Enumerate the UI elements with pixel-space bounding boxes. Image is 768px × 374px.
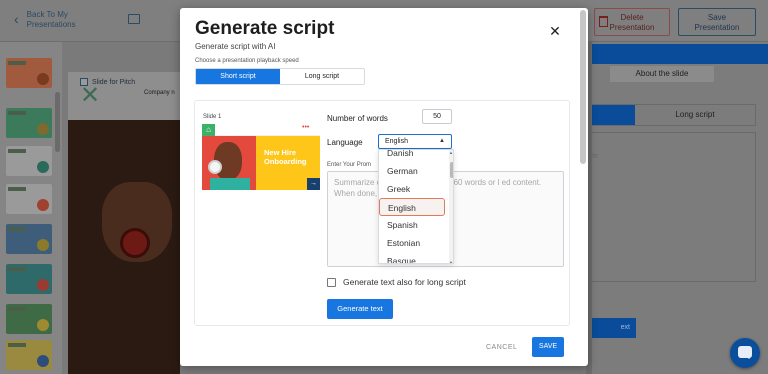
slide-script-card: Slide 1 ⌂ ••• New Hire Onboarding → Numb… [194,100,570,326]
language-option[interactable]: Spanish [379,216,449,234]
long-script-checkbox-label: Generate text also for long script [343,277,466,287]
long-script-checkbox[interactable] [327,277,336,287]
speed-label: Choose a presentation playback speed [195,58,299,64]
scroll-up-icon[interactable]: ▲ [449,150,453,155]
modal-subtitle: Generate script with AI [195,42,276,51]
company-text: Company n [144,90,175,96]
language-select[interactable]: English ▲ [378,134,452,149]
chat-button[interactable] [730,338,760,368]
modal-title: Generate script [195,18,335,39]
slide-thumbnail[interactable] [6,146,52,176]
slide-thumbnail[interactable] [6,264,52,294]
slide-for-pitch-checkbox[interactable]: Slide for Pitch [80,78,135,86]
back-label-line2: Presentations [26,20,76,29]
presentation-icon[interactable] [128,14,140,24]
language-dropdown: Danish German Greek English Spanish Esto… [378,149,454,264]
words-label: Number of words [327,114,388,123]
preview-title: New Hire Onboarding [264,148,307,166]
slide-thumbnail[interactable] [6,340,52,370]
generate-script-modal: Generate script Generate script with AI … [180,8,588,366]
dropdown-scrollbar[interactable]: ▲ ▼ [449,150,453,263]
thumbnails-scrollbar[interactable] [55,92,60,152]
more-dots-icon: ••• [302,124,310,131]
language-select-value: English [385,138,408,145]
language-option[interactable]: Greek [379,180,449,198]
scroll-down-icon[interactable]: ▼ [449,260,453,263]
prompt-label: Enter Your Prom [327,162,372,168]
language-option[interactable]: Basque [379,252,449,263]
cancel-button[interactable]: CANCEL [486,344,517,351]
long-script-tab[interactable]: Long script [635,105,755,125]
slide-canvas: ✕ [68,72,180,374]
save-pres-label-line1: Save [707,13,727,22]
slide-thumbnail[interactable] [6,184,52,214]
save-pres-label-line2: Presentation [694,23,740,32]
slide-thumbnail[interactable] [6,58,52,88]
slide-for-pitch-label: Slide for Pitch [92,78,136,86]
back-label-line1: Back To My [26,10,68,19]
chat-bubble-icon [738,346,752,359]
language-label: Language [327,138,363,147]
short-script-button[interactable]: Short script [196,69,280,84]
chevron-left-icon: ‹ [14,11,19,27]
slide-thumbnail[interactable] [6,224,52,254]
generate-text-button[interactable]: Generate text [327,299,393,319]
x-logo-icon: ✕ [80,82,101,109]
headphones-icon [208,160,222,174]
right-panel: About the slide d Long script lide ext [586,42,768,374]
scroll-thumb[interactable] [450,162,453,178]
caret-up-icon: ▲ [439,138,445,144]
checkbox-icon [80,78,88,86]
slide-thumbnail[interactable] [6,108,52,138]
slide-preview: ⌂ ••• New Hire Onboarding → [202,124,320,190]
long-script-button[interactable]: Long script [280,69,364,84]
language-option[interactable]: Danish [379,150,449,162]
speed-toggle: Short script Long script [195,68,365,85]
delete-presentation-button[interactable]: Delete Presentation [594,8,670,36]
arrow-right-icon: → [307,178,320,190]
slide-thumbnails [0,42,62,374]
slide-label: Slide 1 [203,114,222,120]
language-option[interactable]: German [379,162,449,180]
save-presentation-button[interactable]: Save Presentation [678,8,756,36]
delete-label-line1: Delete [620,13,644,22]
short-script-tab[interactable] [587,105,635,125]
generate-long-script-option[interactable]: Generate text also for long script [327,277,466,287]
modal-scrollbar[interactable] [580,10,586,164]
panel-header [586,44,768,64]
back-to-presentations-link[interactable]: ‹ Back To My Presentations [14,10,76,30]
trash-icon [599,16,608,27]
generate-text-button-bg[interactable]: ext [586,318,636,338]
delete-label-line2: Presentation [609,23,655,32]
preview-photo [202,136,256,190]
tab-about-the-slide[interactable]: About the slide [610,66,714,82]
words-input[interactable]: 50 [422,109,452,124]
close-icon[interactable]: ✕ [548,24,562,38]
language-option-selected[interactable]: English [379,198,445,216]
slide-thumbnail[interactable] [6,304,52,334]
script-textarea[interactable]: lide [586,132,756,282]
save-button[interactable]: SAVE [532,337,564,357]
language-option[interactable]: Estonian [379,234,449,252]
home-icon: ⌂ [206,125,211,134]
script-length-toggle: Long script [586,104,756,126]
